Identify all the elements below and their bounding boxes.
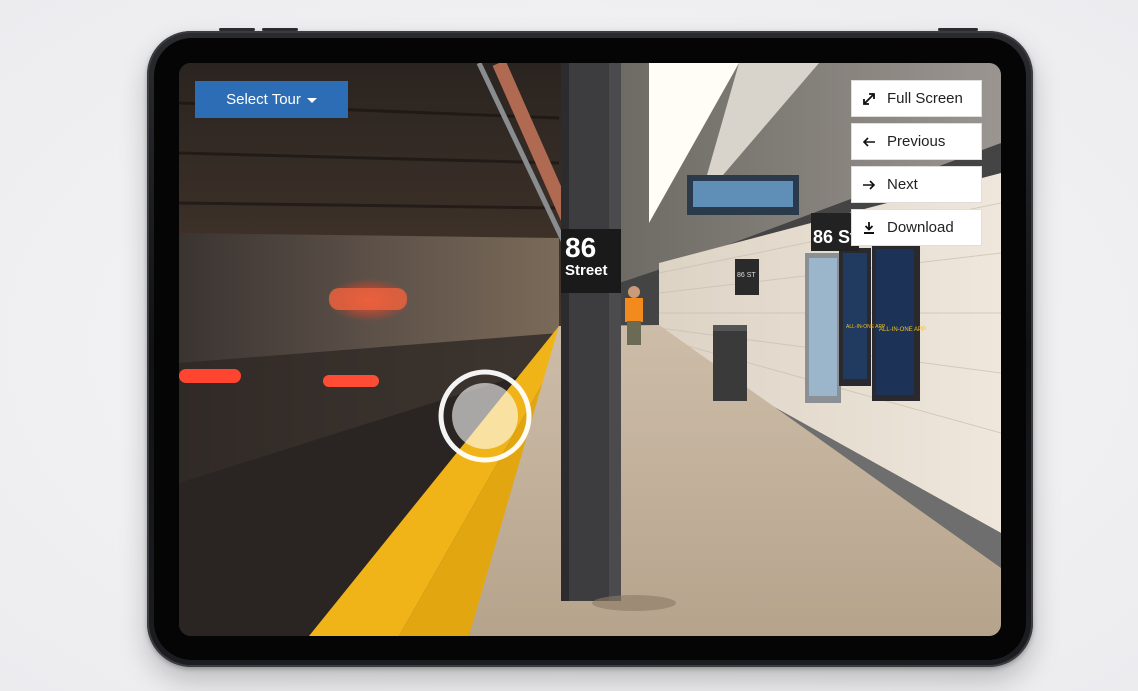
navigation-hotspot[interactable]	[437, 368, 533, 464]
arrow-left-icon	[862, 135, 876, 149]
download-button[interactable]: Download	[851, 209, 982, 246]
tablet-top-button	[219, 28, 255, 31]
full-screen-button[interactable]: Full Screen	[851, 80, 982, 117]
previous-button[interactable]: Previous	[851, 123, 982, 160]
expand-arrows-icon	[862, 92, 876, 106]
full-screen-label: Full Screen	[887, 90, 963, 107]
tour-viewer-screen[interactable]: ALL-IN-ONE APP ALL-IN-ONE APP 86 Stre 86…	[179, 63, 1001, 636]
download-icon	[862, 221, 876, 235]
download-label: Download	[887, 219, 954, 236]
tablet-top-button	[938, 28, 978, 31]
arrow-right-icon	[862, 178, 876, 192]
next-label: Next	[887, 176, 918, 193]
select-tour-dropdown[interactable]: Select Tour	[195, 81, 348, 118]
caret-down-icon	[306, 98, 317, 103]
previous-label: Previous	[887, 133, 946, 150]
select-tour-label: Select Tour	[226, 91, 301, 108]
tablet-top-button	[262, 28, 298, 31]
next-button[interactable]: Next	[851, 166, 982, 203]
